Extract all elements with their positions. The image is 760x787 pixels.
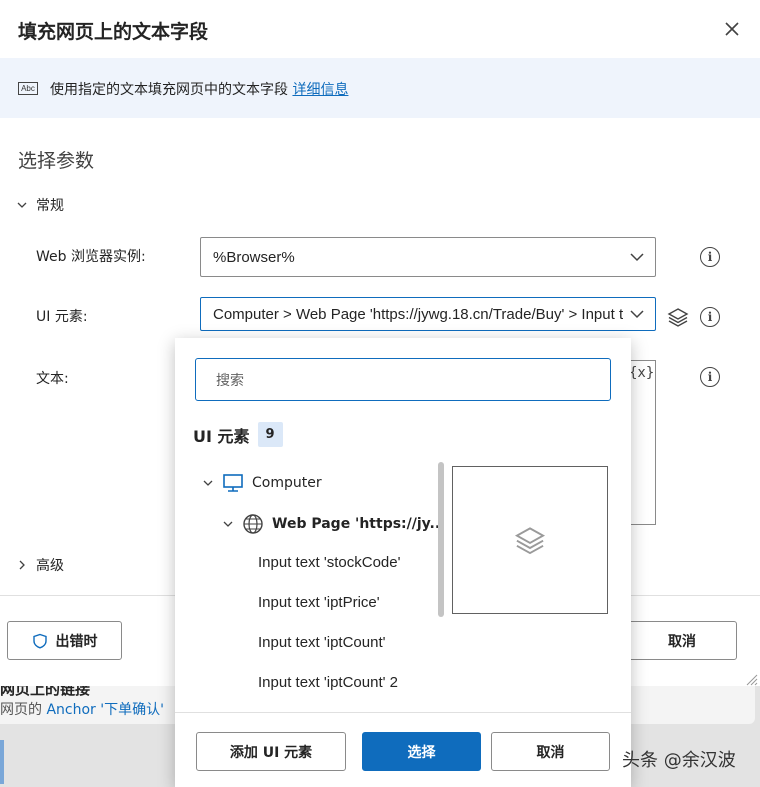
tree-leaf-iptprice[interactable]: Input text 'iptPrice' [258,594,380,611]
tree-item-web-page[interactable]: Web Page 'https://jy... [222,513,445,535]
tree-item-computer[interactable]: Computer [202,473,322,493]
add-ui-element-button[interactable]: 添加 UI 元素 [196,732,346,771]
text-label: 文本: [36,371,69,387]
resize-grip-icon [746,674,758,686]
chevron-right-icon [19,560,25,570]
background-anchor-link: Anchor '下单确认' [46,702,164,718]
chevron-down-icon [203,480,213,486]
browser-info-icon[interactable]: i [700,247,720,267]
globe-icon [243,514,263,534]
ui-elements-header: UI 元素 9 [193,422,283,447]
select-button[interactable]: 选择 [362,732,481,771]
tree-leaf-iptcount[interactable]: Input text 'iptCount' [258,634,385,651]
dialog-cancel-button[interactable]: 取消 [627,621,737,660]
tree-scrollbar[interactable] [438,462,444,617]
info-text: 使用指定的文本填充网页中的文本字段 详细信息 [50,82,349,98]
on-error-button[interactable]: 出错时 [7,621,122,660]
browser-instance-select[interactable]: %Browser% [200,237,656,277]
ui-elements-count-badge: 9 [257,422,283,447]
popup-cancel-button[interactable]: 取消 [491,732,610,771]
group-advanced-label: 高级 [36,558,64,574]
ui-element-info-icon[interactable]: i [700,307,720,327]
shield-icon [32,633,47,649]
select-label: 选择 [407,744,436,761]
background-accent-edge [0,740,4,784]
layers-icon [514,527,546,555]
tree-item-label: Computer [252,475,322,491]
ui-elements-title: UI 元素 [193,426,250,446]
background-action-subtitle: 网页的 Anchor '下单确认' [0,702,164,718]
browser-label: Web 浏览器实例: [36,249,146,265]
tree-leaf-iptcount-2[interactable]: Input text 'iptCount' 2 [258,674,398,691]
chevron-down-icon [630,310,644,319]
popup-footer-divider [175,712,631,713]
on-error-label: 出错时 [55,633,98,650]
dialog-cancel-label: 取消 [668,633,696,650]
search-placeholder: 搜索 [216,372,244,389]
popup-cancel-label: 取消 [536,744,565,761]
group-general-label: 常规 [36,198,64,214]
chevron-down-icon [630,253,644,262]
close-icon [725,22,739,36]
chevron-down-icon [223,521,233,527]
group-general-toggle[interactable]: 常规 [16,195,64,215]
dialog-title: 填充网页上的文本字段 [18,21,209,43]
more-info-link[interactable]: 详细信息 [292,82,348,98]
ui-element-value: Computer > Web Page 'https://jywg.18.cn/… [213,305,623,323]
ui-element-select[interactable]: Computer > Web Page 'https://jywg.18.cn/… [200,297,656,331]
tree-item-label: Web Page 'https://jy... [272,516,446,532]
tree-leaf-stockcode[interactable]: Input text 'stockCode' [258,554,400,571]
ui-element-label: UI 元素: [36,309,88,325]
ui-element-picker-button[interactable] [667,306,689,328]
watermark: 头条 @余汉波 [622,750,736,771]
search-input[interactable]: 搜索 [195,358,611,401]
section-title: 选择参数 [18,150,95,172]
add-ui-element-label: 添加 UI 元素 [229,744,313,761]
text-field-icon: Abc [18,82,38,95]
group-advanced-toggle[interactable]: 高级 [16,555,64,575]
chevron-down-icon [17,202,27,208]
ui-element-picker-popup: 搜索 UI 元素 9 Computer Web Page 'https://jy… [175,338,631,787]
browser-instance-value: %Browser% [213,248,295,266]
element-preview [452,466,608,614]
text-info-icon[interactable]: i [700,367,720,387]
computer-icon [223,474,243,492]
variable-button[interactable]: {x} [629,365,654,381]
layers-icon [667,308,689,327]
close-button[interactable] [720,17,744,41]
